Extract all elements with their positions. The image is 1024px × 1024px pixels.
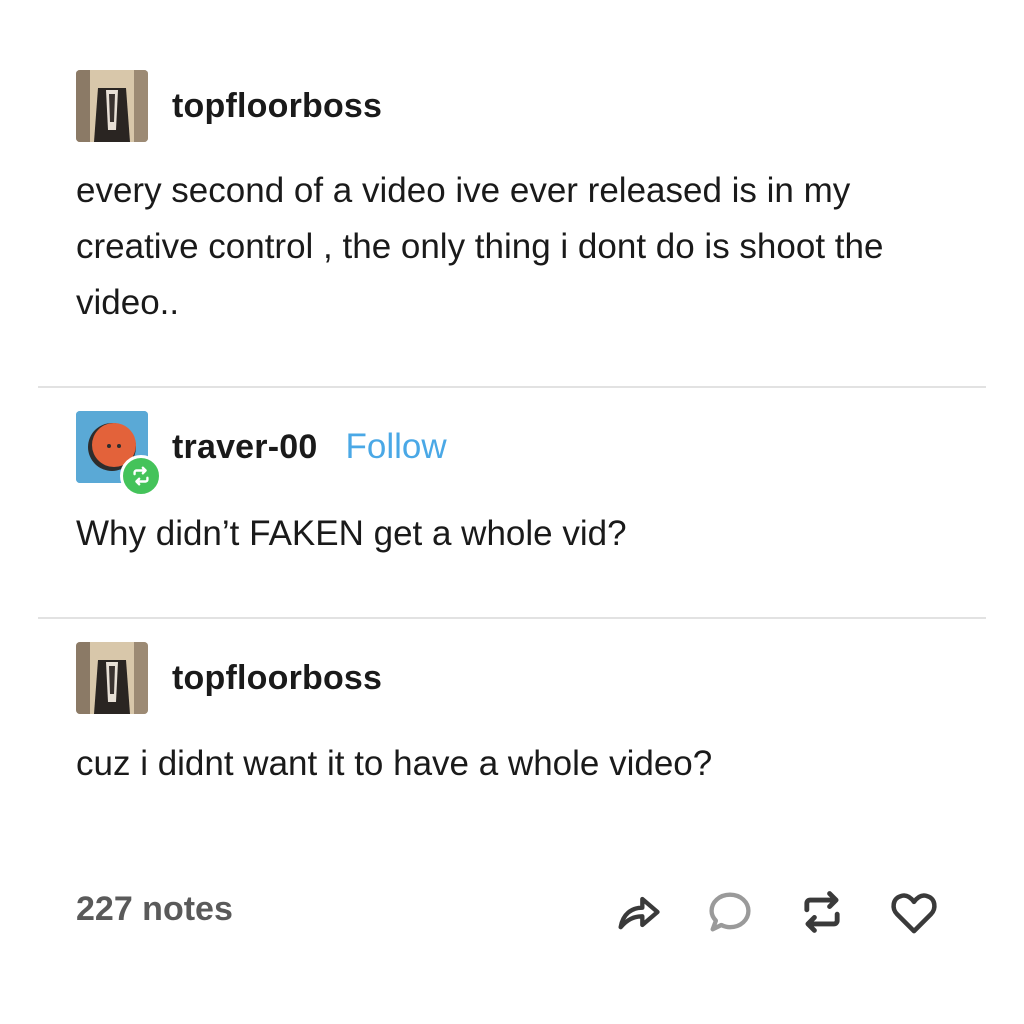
post-header: topfloorboss bbox=[76, 642, 382, 714]
reply-icon[interactable] bbox=[702, 884, 758, 940]
post-header: topfloorboss bbox=[76, 70, 382, 142]
post-text: every second of a video ive ever release… bbox=[76, 171, 884, 322]
avatar[interactable] bbox=[76, 70, 148, 142]
post-text: Why didn’t FAKEN get a whole vid? bbox=[76, 514, 627, 553]
username[interactable]: traver-00 bbox=[172, 428, 317, 467]
username[interactable]: topfloorboss bbox=[172, 87, 382, 126]
like-icon[interactable] bbox=[886, 884, 942, 940]
username[interactable]: topfloorboss bbox=[172, 659, 382, 698]
follow-button[interactable]: Follow bbox=[345, 427, 446, 467]
divider bbox=[38, 617, 986, 619]
avatar[interactable] bbox=[76, 642, 148, 714]
post-header: traver-00 Follow bbox=[76, 411, 447, 497]
divider bbox=[38, 386, 986, 388]
reblog-badge-icon bbox=[120, 455, 162, 497]
reblog-icon[interactable] bbox=[794, 884, 850, 940]
share-icon[interactable] bbox=[610, 884, 666, 940]
post-actions bbox=[0, 884, 1024, 944]
post-text: cuz i didnt want it to have a whole vide… bbox=[76, 744, 713, 783]
avatar-wrapper bbox=[76, 411, 162, 497]
